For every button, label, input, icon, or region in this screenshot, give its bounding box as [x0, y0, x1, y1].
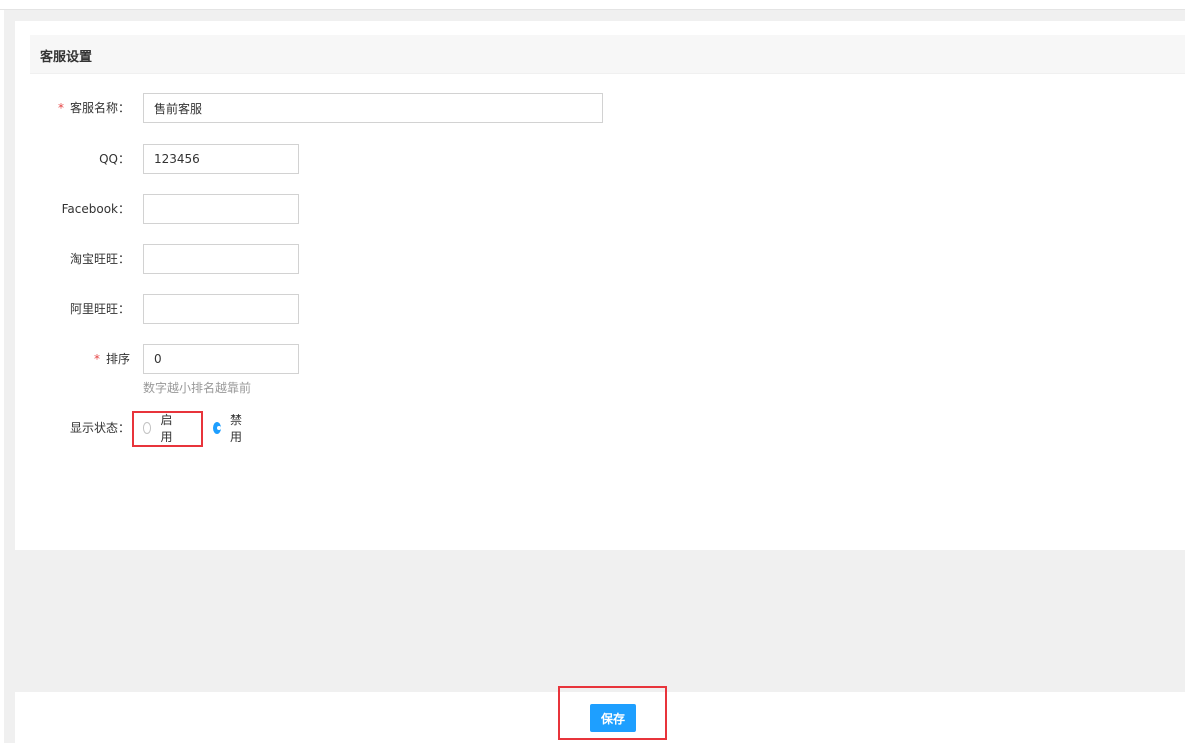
facebook-label: Facebook：: [61, 202, 130, 216]
qq-input[interactable]: [143, 144, 299, 174]
status-label: 显示状态：: [69, 421, 130, 435]
form-row-taobao: 淘宝旺旺：: [15, 244, 1185, 274]
name-input[interactable]: [143, 93, 603, 123]
name-label: * 客服名称：: [58, 93, 130, 123]
footer-bar: 保存: [15, 692, 1185, 743]
save-button[interactable]: 保存: [590, 704, 636, 732]
sort-hint: 数字越小排名越靠前: [143, 381, 252, 395]
radio-unchecked-icon: [143, 422, 152, 434]
left-edge: [0, 10, 4, 743]
form-row-sort: * 排序 数字越小排名越靠前: [15, 344, 1185, 395]
taobao-input[interactable]: [143, 244, 299, 274]
form-row-qq: QQ：: [15, 144, 1185, 174]
top-bar: [0, 0, 1185, 10]
card-header: 客服设置: [30, 35, 1185, 74]
alibaba-input[interactable]: [143, 294, 299, 324]
facebook-input[interactable]: [143, 194, 299, 224]
required-mark: *: [93, 352, 100, 366]
required-mark: *: [57, 101, 64, 115]
page-title: 客服设置: [40, 50, 93, 65]
taobao-label: 淘宝旺旺：: [69, 252, 130, 266]
settings-card: 客服设置 * 客服名称： QQ： Facebook： 淘宝旺旺： 阿里旺旺： * 排…: [15, 21, 1185, 550]
radio-checked-icon: [213, 422, 221, 434]
form-row-alibaba: 阿里旺旺：: [15, 294, 1185, 324]
form-row-status: 显示状态： 启用 禁用: [15, 413, 1185, 444]
status-option-enable[interactable]: 启用: [143, 413, 176, 444]
sort-input[interactable]: [143, 344, 299, 374]
form-row-name: * 客服名称：: [15, 93, 1185, 123]
name-label-text: 客服名称：: [69, 101, 130, 115]
sort-label-text: 排序: [105, 352, 130, 366]
sort-label: * 排序: [94, 344, 130, 374]
qq-label: QQ：: [99, 152, 130, 166]
status-option-enable-label: 启用: [160, 413, 173, 444]
status-option-disable[interactable]: 禁用: [213, 413, 246, 444]
form-row-facebook: Facebook：: [15, 194, 1185, 224]
alibaba-label: 阿里旺旺：: [69, 302, 130, 316]
status-option-disable-label: 禁用: [230, 413, 243, 444]
